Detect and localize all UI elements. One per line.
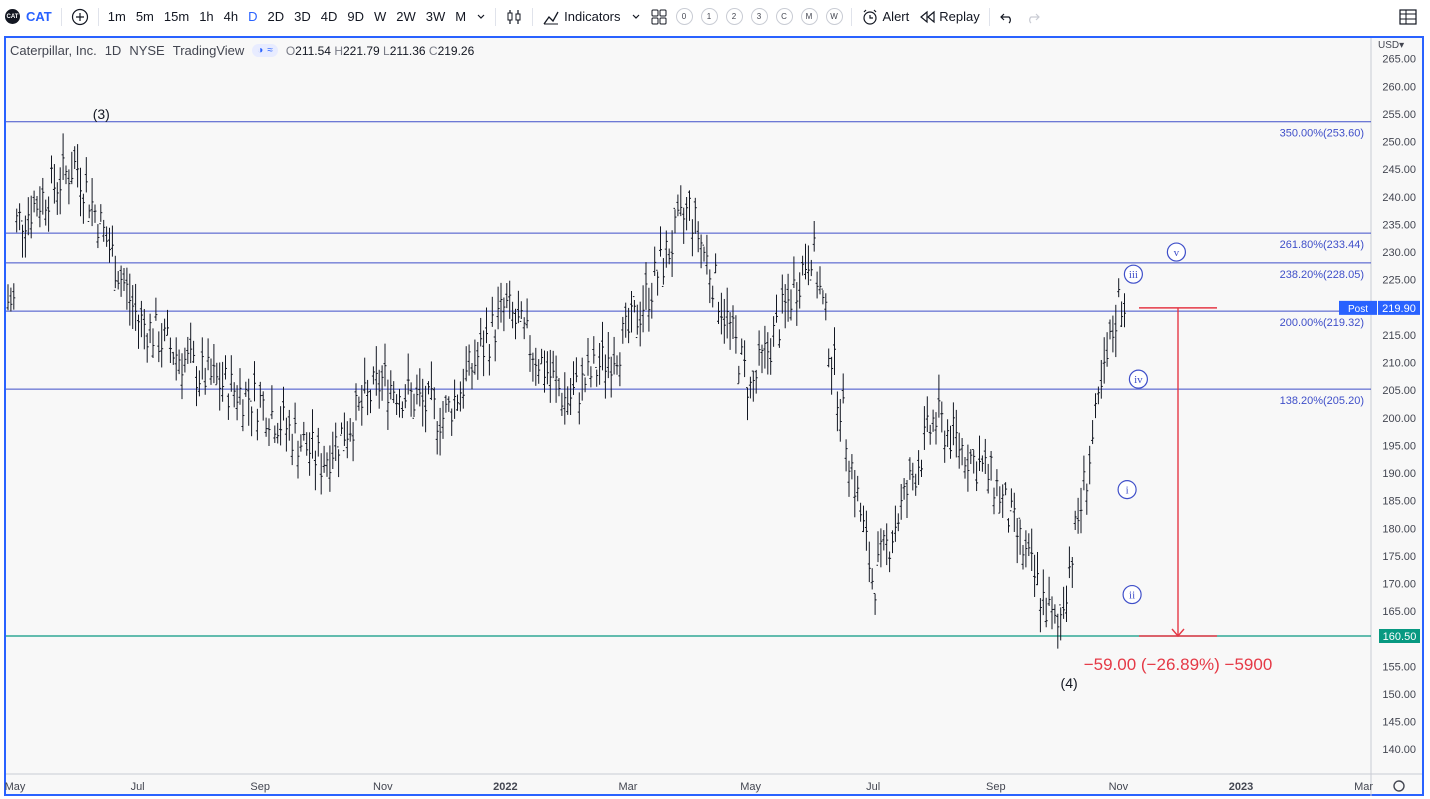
moon-icon: ◑ (257, 45, 264, 56)
x-tick-label: Jul (131, 781, 145, 793)
x-tick-label: Jul (866, 781, 880, 793)
x-tick-label: Sep (250, 781, 270, 793)
settings-gear-icon (1393, 780, 1405, 792)
x-tick-label: 2023 (1229, 781, 1253, 793)
y-tick-label: 170.00 (1382, 579, 1416, 591)
legend-company-name: Caterpillar, Inc. (10, 43, 97, 58)
fib-level-label: 238.20%(228.05) (1280, 269, 1364, 281)
y-tick-label: 150.00 (1382, 689, 1416, 701)
symbol-legend: Caterpillar, Inc. 1D NYSE TradingView ◑ ≈… (10, 43, 474, 58)
x-tick-label: 2022 (493, 781, 517, 793)
wave-label: ii (1129, 590, 1135, 602)
support-price-label: 160.50 (1383, 631, 1417, 643)
open-value: 211.54 (295, 43, 331, 58)
y-tick-label: 225.00 (1382, 275, 1416, 287)
y-tick-label: 235.00 (1382, 219, 1416, 231)
y-tick-label: 185.00 (1382, 496, 1416, 508)
price-chart[interactable]: 140.00145.00150.00155.00160.00165.00170.… (0, 0, 1430, 799)
x-tick-label: Nov (373, 781, 393, 793)
close-key: C (428, 43, 438, 58)
post-market-label: Post (1348, 304, 1368, 315)
x-tick-label: May (5, 781, 26, 793)
low-value: 211.36 (389, 43, 426, 58)
y-tick-label: 165.00 (1382, 606, 1416, 618)
y-tick-label: 140.00 (1382, 744, 1416, 756)
y-tick-label: 245.00 (1382, 164, 1416, 176)
wave-label: (4) (1061, 675, 1078, 691)
wave-icon: ≈ (267, 45, 273, 56)
y-tick-label: 180.00 (1382, 523, 1416, 535)
legend-interval: 1D (104, 43, 122, 58)
wave-label: iii (1129, 269, 1138, 281)
y-tick-label: 145.00 (1382, 717, 1416, 729)
market-status-badge[interactable]: ◑ ≈ (252, 44, 278, 57)
wave-label: iv (1134, 374, 1143, 386)
wave-label: (3) (93, 106, 110, 122)
close-value: 219.26 (437, 43, 475, 58)
low-key: L (383, 43, 390, 58)
y-tick-label: 175.00 (1382, 551, 1416, 563)
ohlc-values: O211.54 H221.79 L211.36 C219.26 (286, 44, 474, 58)
x-tick-label: Sep (986, 781, 1006, 793)
y-tick-label: 255.00 (1382, 109, 1416, 121)
y-tick-label: 200.00 (1382, 413, 1416, 425)
y-tick-label: 205.00 (1382, 385, 1416, 397)
x-tick-label: May (740, 781, 761, 793)
high-key: H (334, 43, 343, 58)
fib-level-label: 138.20%(205.20) (1280, 395, 1364, 407)
y-tick-label: 250.00 (1382, 137, 1416, 149)
x-tick-label: Mar (619, 781, 638, 793)
current-price-label: 219.90 (1382, 303, 1416, 315)
y-tick-label: 195.00 (1382, 440, 1416, 452)
fib-level-label: 261.80%(233.44) (1280, 239, 1364, 251)
high-value: 221.79 (343, 43, 380, 58)
y-tick-label: 265.00 (1382, 54, 1416, 66)
measure-result-label: −59.00 (−26.89%) −5900 (1084, 655, 1273, 674)
legend-exchange: NYSE (129, 43, 165, 58)
y-tick-label: 260.00 (1382, 81, 1416, 93)
legend-source: TradingView (172, 43, 245, 58)
y-tick-label: 210.00 (1382, 358, 1416, 370)
y-tick-label: 190.00 (1382, 468, 1416, 480)
y-tick-label: 240.00 (1382, 192, 1416, 204)
y-tick-label: 155.00 (1382, 661, 1416, 673)
open-key: O (285, 43, 296, 58)
x-tick-label: Nov (1109, 781, 1129, 793)
x-tick-label: Mar (1354, 781, 1373, 793)
currency-selector[interactable]: USD▾ (1378, 40, 1404, 51)
wave-label: i (1126, 485, 1129, 497)
y-tick-label: 215.00 (1382, 330, 1416, 342)
fib-level-label: 350.00%(253.60) (1280, 128, 1364, 140)
y-tick-label: 230.00 (1382, 247, 1416, 259)
wave-label: v (1174, 247, 1180, 259)
fib-level-label: 200.00%(219.32) (1280, 317, 1364, 329)
currency-label: USD (1378, 40, 1400, 51)
